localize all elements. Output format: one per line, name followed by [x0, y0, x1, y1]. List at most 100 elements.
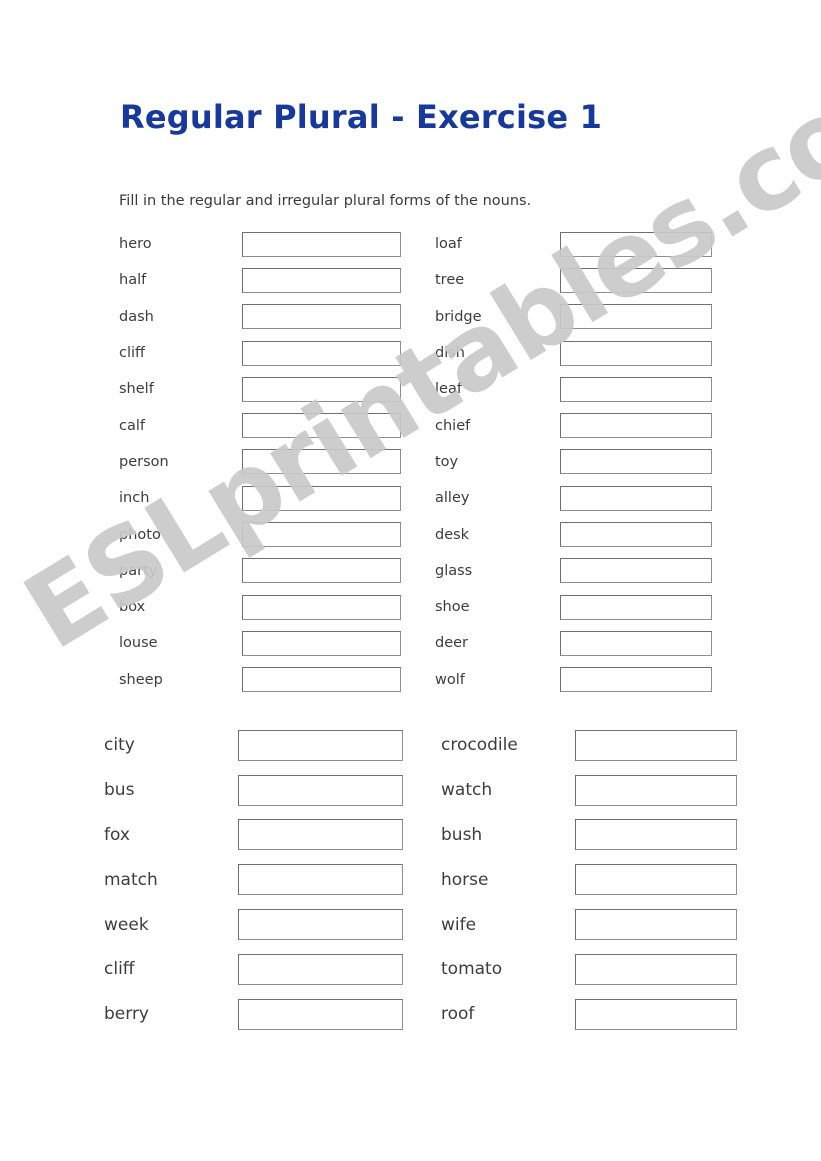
plural-answer-input[interactable] [242, 267, 401, 293]
page-title: Regular Plural - Exercise 1 [120, 98, 603, 136]
exercise-item: louse [119, 625, 429, 661]
plural-answer-input[interactable] [242, 558, 401, 584]
exercise-row: cliff tomato [0, 947, 821, 992]
plural-answer-input[interactable] [575, 909, 737, 941]
plural-answer-input[interactable] [238, 819, 403, 851]
worksheet-page: ESLprintables.com Regular Plural - Exerc… [0, 0, 821, 1161]
noun-label: horse [441, 869, 489, 890]
noun-label: box [119, 599, 146, 616]
noun-label: toy [435, 453, 459, 470]
plural-answer-input[interactable] [242, 485, 401, 511]
plural-answer-input[interactable] [560, 522, 712, 548]
exercise-item: dash [119, 299, 429, 335]
plural-answer-input[interactable] [242, 594, 401, 620]
noun-label: tree [435, 272, 465, 289]
plural-answer-input[interactable] [242, 667, 401, 693]
plural-answer-input[interactable] [560, 267, 712, 293]
exercise-item: bridge [435, 299, 745, 335]
exercise-item: shelf [119, 371, 429, 407]
plural-answer-input[interactable] [560, 231, 712, 257]
exercise-item: match [104, 857, 434, 902]
exercise-row: bus watch [0, 768, 821, 813]
plural-answer-input[interactable] [242, 340, 401, 366]
exercise-item: toy [435, 444, 745, 480]
noun-label: fox [104, 824, 130, 845]
exercise-item: bus [104, 768, 434, 813]
plural-answer-input[interactable] [238, 909, 403, 941]
exercise-row: person toy [0, 444, 821, 480]
exercise-item: calf [119, 407, 429, 443]
plural-answer-input[interactable] [242, 413, 401, 439]
exercise-item: fox [104, 813, 434, 858]
plural-answer-input[interactable] [560, 413, 712, 439]
plural-answer-input[interactable] [560, 485, 712, 511]
exercise-item: hero [119, 226, 429, 262]
plural-answer-input[interactable] [575, 998, 737, 1030]
plural-answer-input[interactable] [242, 231, 401, 257]
plural-answer-input[interactable] [560, 558, 712, 584]
plural-answer-input[interactable] [238, 729, 403, 761]
plural-answer-input[interactable] [242, 449, 401, 475]
plural-answer-input[interactable] [560, 667, 712, 693]
noun-label: cliff [104, 959, 135, 980]
exercise-row: party glass [0, 553, 821, 589]
noun-label: shelf [119, 381, 154, 398]
exercise-row: shelf leaf [0, 371, 821, 407]
exercise-item: roof [441, 992, 771, 1037]
plural-answer-input[interactable] [560, 594, 712, 620]
plural-answer-input[interactable] [560, 340, 712, 366]
noun-label: calf [119, 417, 145, 434]
plural-answer-input[interactable] [575, 729, 737, 761]
plural-answer-input[interactable] [575, 953, 737, 985]
plural-answer-input[interactable] [560, 304, 712, 330]
plural-answer-input[interactable] [560, 449, 712, 475]
noun-label: wolf [435, 671, 465, 688]
exercise-item: leaf [435, 371, 745, 407]
plural-answer-input[interactable] [575, 819, 737, 851]
plural-answer-input[interactable] [238, 953, 403, 985]
noun-label: cliff [119, 345, 146, 362]
noun-label: dish [435, 345, 465, 362]
noun-label: hero [119, 236, 152, 253]
plural-answer-input[interactable] [242, 304, 401, 330]
noun-label: inch [119, 490, 150, 507]
exercise-row: hero loaf [0, 226, 821, 262]
exercise-item: watch [441, 768, 771, 813]
plural-answer-input[interactable] [560, 376, 712, 402]
exercise-item: tree [435, 262, 745, 298]
plural-answer-input[interactable] [575, 864, 737, 896]
exercise-row: city crocodile [0, 723, 821, 768]
plural-answer-input[interactable] [560, 630, 712, 656]
exercise-item: alley [435, 480, 745, 516]
plural-answer-input[interactable] [238, 774, 403, 806]
plural-answer-input[interactable] [242, 630, 401, 656]
exercise-item: cliff [104, 947, 434, 992]
noun-label: sheep [119, 671, 163, 688]
exercise-item: deer [435, 625, 745, 661]
noun-label: half [119, 272, 147, 289]
exercise-item: party [119, 553, 429, 589]
exercise-row: inch alley [0, 480, 821, 516]
plural-answer-input[interactable] [242, 376, 401, 402]
plural-answer-input[interactable] [575, 774, 737, 806]
noun-label: wife [441, 914, 477, 935]
exercise-item: city [104, 723, 434, 768]
exercise-row: louse deer [0, 625, 821, 661]
plural-answer-input[interactable] [238, 864, 403, 896]
noun-label: tomato [441, 959, 503, 980]
noun-label: dash [119, 308, 154, 325]
noun-label: louse [119, 635, 158, 652]
exercise-item: person [119, 444, 429, 480]
noun-label: bush [441, 824, 483, 845]
noun-label: week [104, 914, 149, 935]
exercise-row: berry roof [0, 992, 821, 1037]
plural-answer-input[interactable] [238, 998, 403, 1030]
exercise-item: wolf [435, 662, 745, 698]
exercise-item: chief [435, 407, 745, 443]
exercise-item: berry [104, 992, 434, 1037]
plural-answer-input[interactable] [242, 522, 401, 548]
exercise-item: bush [441, 813, 771, 858]
exercise-row: half tree [0, 262, 821, 298]
exercise-row: dash bridge [0, 299, 821, 335]
noun-label: berry [104, 1004, 149, 1025]
